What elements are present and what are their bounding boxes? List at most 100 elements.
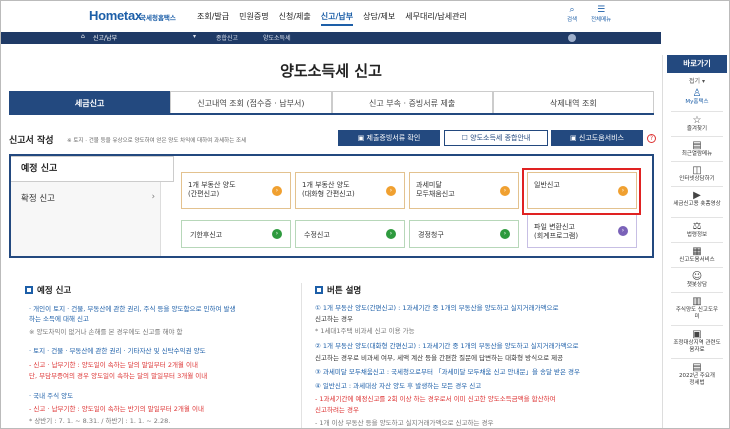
global-header: Hometax 국세청홈택스 조회/발급 민원증명 신청/제출 신고/납부 상담… [1,1,661,31]
arrow-right-icon: › [386,229,396,239]
card-late-report[interactable]: 기한후신고 › [181,220,291,248]
all-menu-button[interactable]: ☰ 전체메뉴 [591,5,611,23]
divider [671,161,723,162]
logo-text: Hometax [89,8,142,23]
text-line: * 상반기 : 7. 1. ~ 8.31. / 하반기 : 1. 1. ~ 2.… [29,417,171,425]
search-button[interactable]: ⌕ 검색 [567,5,577,23]
breadcrumb-item-1[interactable]: 종합신고 [216,33,238,42]
quick-item-label: 신고도움서비스 [679,257,715,263]
text-line: - 신고 · 납부기한 : 양도일이 속하는 반기의 말일부터 2개월 이내 [29,405,204,413]
quick-item-label: 최근열람메뉴 [681,151,713,157]
quick-item-label: 2022년 주요개정세법 [679,373,715,386]
proof-doc-check-button[interactable]: ▣ 제출증빙서류 확인 [338,130,440,146]
tab-bar: 세금신고 신고내역 조회 (접수증 · 납부서) 신고 부속 · 증빙서류 제출… [9,91,654,115]
card-line-2: (간편신고) [188,190,220,198]
tab-attachment-submit[interactable]: 신고 부속 · 증빙서류 제출 [331,91,493,113]
side-item-preliminary[interactable]: 예정 신고 [11,156,174,182]
arrow-right-icon: › [272,229,282,239]
book-icon: ▣ [357,134,367,142]
card-simple-report[interactable]: 1개 부동산 양도 (간편신고) › [181,172,291,209]
help-icon[interactable]: ? [647,134,656,143]
chatbot-icon: ☺ [691,271,703,282]
region-icon: ▣ [692,329,702,340]
tab-tax-report[interactable]: 세금신고 [9,91,171,113]
arrow-right-icon: › [618,226,628,236]
quick-item-recent[interactable]: ▤ 최근열람메뉴 [667,140,727,158]
search-label: 검색 [567,17,578,23]
quick-item-help-service[interactable]: ▦ 신고도움서비스 [667,246,727,264]
quick-item-my-hometax[interactable]: ♙ My홈택스 [667,88,727,106]
card-line-1: 1개 부동산 양도 [188,181,236,189]
text-line: ① 1개 부동산 양도(간편신고) : 1과세기간 중 1개의 부동산을 양도하… [315,304,559,312]
star-icon: ☆ [692,115,702,126]
report-help-service-button[interactable]: ▣ 신고도움서비스 [551,130,643,146]
quick-item-label: 즐겨찾기 [686,126,708,132]
breadcrumb-options-icon[interactable] [568,34,576,42]
tab-report-history[interactable]: 신고내역 조회 (접수증 · 납부서) [170,91,332,113]
search-icon: ⌕ [569,5,575,15]
quick-item-label: 주식양도 신고도우미 [675,307,719,320]
gnb-item-consult[interactable]: 상담/제보 [363,11,395,26]
gnb-item-apply[interactable]: 신청/제출 [279,11,311,26]
report-heading: 신고서 작성 [9,136,54,146]
divider [671,358,723,359]
text-line: * 1세대1주택 비과세 신고 이용 가능 [315,327,415,335]
report-help-service-label: 신고도움서비스 [578,134,624,142]
quick-item-tax-revision[interactable]: ▤ 2022년 주요개정세법 [667,362,727,387]
chevron-down-icon[interactable]: ▾ [193,33,196,40]
proof-doc-check-label: 제출증빙서류 확인 [366,134,421,142]
quick-item-favorites[interactable]: ☆ 즐겨찾기 [667,115,727,133]
card-prefilled-report[interactable]: 과세미달 모두채움신고 › [409,172,519,209]
text-line: - 1개 이상 부동산 등을 양도하고 실지거래가액으로 신고하는 경우 [315,419,494,427]
doc-icon: ☐ [461,134,471,142]
text-line: 하는 소득에 대해 신고 [29,315,90,323]
card-correction-claim[interactable]: 경정청구 › [409,220,519,248]
gnb-item-certificate[interactable]: 민원증명 [239,11,268,26]
card-line-2: 모두채움신고 [416,190,455,198]
card-amended-report[interactable]: 수정신고 › [295,220,405,248]
quick-menu-fold-button[interactable]: 접기 ▾ [667,76,727,85]
quick-item-label: 세금신고용 숏폼영상 [673,201,721,207]
text-line: 신고하는 경우로 비과세 여부, 세액 계산 등을 간편한 질문에 답변하는 대… [315,354,564,362]
quick-menu-title[interactable]: 바로가기 [667,55,727,73]
page-title: 양도소득세 신고 [280,62,382,80]
side-item-final[interactable]: 확정 신고 › [11,192,161,204]
highlight-box [522,168,641,215]
hometax-logo[interactable]: Hometax [89,8,142,23]
quick-item-stock-helper[interactable]: ▥ 주식양도 신고도우미 [667,296,727,321]
card-line-1: 수정신고 [304,231,330,239]
text-line: · 개인이 토지 · 건물, 부동산에 관한 권리, 주식 등을 양도함으로 인… [29,305,236,313]
breadcrumb-root[interactable]: 신고/납부 [93,33,117,42]
card-file-conversion-report[interactable]: 파일 변환신고 (회계프로그램) › [527,214,637,248]
all-menu-label: 전체메뉴 [591,17,612,23]
tab-deleted-history[interactable]: 삭제내역 조회 [492,91,654,113]
quick-menu: 바로가기 접기 ▾ ♙ My홈택스 ☆ 즐겨찾기 ▤ 최근열람메뉴 ◫ 인터넷상담하기 … [662,55,729,428]
text-line: 신고하려는 경우 [315,406,359,414]
card-line-2: (회계프로그램) [534,232,579,240]
breadcrumb-item-2[interactable]: 양도소득세 [263,33,291,42]
section-bullet-icon [25,286,33,294]
quick-item-label: 조정대상지역 관련도움자료 [673,340,721,353]
text-line: - 신고 · 납부기한 : 양도일이 속하는 달의 말일부터 2개월 이내 [29,361,198,369]
gnb-item-report-pay[interactable]: 신고/납부 [320,11,354,26]
button-desc-section-title: 버튼 설명 [315,284,361,296]
stock-icon: ▥ [692,296,702,307]
book-icon: ▤ [692,362,702,373]
divider [671,267,723,268]
divider [671,325,723,326]
arrow-right-icon: › [386,185,396,196]
quick-item-region-help[interactable]: ▣ 조정대상지역 관련도움자료 [667,329,727,354]
quick-item-label: My홈택스 [685,99,709,105]
guide-button[interactable]: ☐ 양도소득세 종합안내 [444,130,548,146]
card-line-1: 과세미달 [416,181,442,189]
gnb-item-tax-agent[interactable]: 세무대리/납세관리 [405,11,467,26]
quick-item-online-consult[interactable]: ◫ 인터넷상담하기 [667,165,727,183]
card-interactive-report[interactable]: 1개 부동산 양도 (대화형 간편신고) › [295,172,405,209]
quick-item-law[interactable]: ⚖ 법령정보 [667,221,727,239]
quick-item-shortform[interactable]: ▶ 세금신고용 숏폼영상 [667,190,727,208]
breadcrumb-home-icon[interactable]: ⌂ [81,33,85,40]
quick-item-chatbot[interactable]: ☺ 챗봇상담 [667,271,727,289]
card-line-1: 기한후신고 [190,231,223,239]
arrow-right-icon: › [272,185,282,196]
gnb-item-inquiry[interactable]: 조회/발급 [197,11,229,26]
